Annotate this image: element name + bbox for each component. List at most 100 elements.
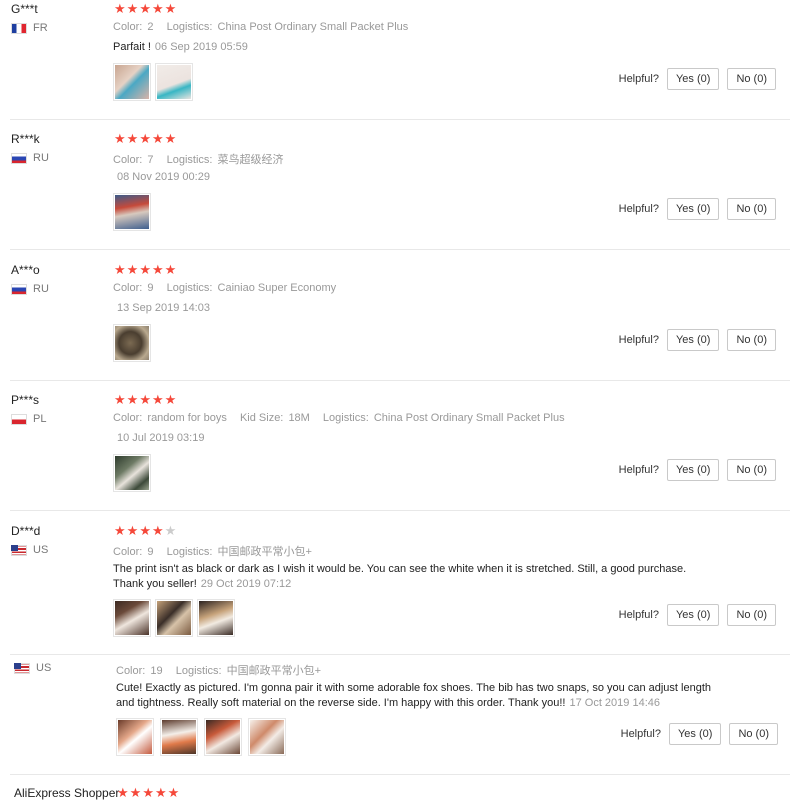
- review-body-line: Cute! Exactly as pictured. I'm gonna pai…: [116, 682, 712, 694]
- logistics-label: Logistics:: [322, 412, 369, 424]
- helpful-no-button[interactable]: No (0): [729, 723, 778, 745]
- helpful-no-button[interactable]: No (0): [727, 198, 776, 220]
- helpful-yes-button[interactable]: Yes (0): [666, 459, 720, 481]
- review-body-line: The print isn't as black or dark as I wi…: [113, 563, 687, 575]
- star-icon: ★: [151, 523, 164, 538]
- review-photo[interactable]: [248, 718, 286, 756]
- reviewer-country: US: [14, 662, 51, 674]
- helpful-yes-button[interactable]: Yes (0): [666, 329, 720, 351]
- star-icon: ★: [164, 1, 177, 16]
- color-value: 9: [147, 282, 154, 294]
- star-icon: ★: [154, 785, 167, 800]
- review-photo[interactable]: [160, 718, 198, 756]
- review-photo[interactable]: [155, 599, 193, 637]
- color-value: 2: [147, 21, 154, 33]
- star-icon: ★: [126, 523, 139, 538]
- country-code: RU: [33, 152, 49, 164]
- review-item: D***d US ★ ★ ★ ★ ★ Color: 9 Logistics: 中国邮政平…: [0, 522, 800, 657]
- star-icon: ★: [167, 785, 180, 800]
- star-icon: ★: [139, 392, 151, 407]
- color-value: 19: [150, 665, 163, 677]
- helpful-controls: Helpful? Yes (0) No (0): [619, 459, 776, 481]
- color-label: Color:: [116, 665, 146, 677]
- review-item: US Color: 19 Logistics: 中国邮政平常小包+ Cute! …: [0, 660, 800, 775]
- reviewer-name: D***d: [11, 524, 41, 538]
- helpful-label: Helpful?: [620, 728, 661, 740]
- review-date: 29 Oct 2019 07:12: [200, 578, 292, 590]
- helpful-no-button[interactable]: No (0): [727, 329, 776, 351]
- review-item: P***s PL ★ ★ ★ ★ ★ Color: random for boys Ki…: [0, 391, 800, 511]
- review-photo[interactable]: [113, 454, 151, 492]
- logistics-value: Cainiao Super Economy: [217, 282, 337, 294]
- logistics-label: Logistics:: [166, 21, 213, 33]
- helpful-yes-button[interactable]: Yes (0): [666, 604, 720, 626]
- logistics-label: Logistics:: [166, 546, 213, 558]
- kid-size-value: 18M: [288, 412, 310, 424]
- reviewer-country: PL: [11, 413, 46, 425]
- reviewer-country: RU: [11, 283, 49, 295]
- helpful-no-button[interactable]: No (0): [727, 68, 776, 90]
- review-divider: [10, 119, 790, 120]
- order-attributes: Color: 9 Logistics: 中国邮政平常小包+: [113, 543, 322, 559]
- russia-flag-icon: [11, 283, 27, 295]
- helpful-controls: Helpful? Yes (0) No (0): [621, 723, 778, 745]
- star-icon: ★: [142, 785, 154, 800]
- star-empty-icon: ★: [164, 523, 177, 538]
- review-photo[interactable]: [204, 718, 242, 756]
- star-icon: ★: [151, 131, 164, 146]
- order-attributes: Color: 19 Logistics: 中国邮政平常小包+: [116, 662, 331, 678]
- star-icon: ★: [151, 392, 164, 407]
- helpful-no-button[interactable]: No (0): [727, 604, 776, 626]
- reviewer-name: G***t: [11, 2, 38, 16]
- star-icon: ★: [114, 392, 126, 407]
- helpful-label: Helpful?: [618, 464, 659, 476]
- review-divider: [10, 380, 790, 381]
- helpful-controls: Helpful? Yes (0) No (0): [619, 604, 776, 626]
- reviewer-name: AliExpress Shopper: [14, 786, 120, 800]
- helpful-label: Helpful?: [618, 609, 659, 621]
- review-date: 17 Oct 2019 14:46: [569, 697, 660, 709]
- review-text: Cute! Exactly as pictured. I'm gonna pai…: [116, 681, 756, 711]
- review-text: The print isn't as black or dark as I wi…: [113, 562, 753, 592]
- russia-flag-icon: [11, 152, 27, 164]
- helpful-yes-button[interactable]: Yes (0): [666, 198, 720, 220]
- review-photo[interactable]: [113, 324, 151, 362]
- star-icon: ★: [151, 262, 164, 277]
- review-photo[interactable]: [113, 193, 151, 231]
- logistics-value: China Post Ordinary Small Packet Plus: [217, 21, 409, 33]
- kid-size-label: Kid Size:: [239, 412, 284, 424]
- review-photos: [116, 718, 286, 756]
- review-item: A***o RU ★ ★ ★ ★ ★ Color: 9 Logistics: Caini…: [0, 261, 800, 381]
- review-divider: [10, 249, 790, 250]
- logistics-value: 中国邮政平常小包+: [226, 665, 322, 677]
- star-icon: ★: [114, 262, 126, 277]
- poland-flag-icon: [11, 413, 27, 425]
- country-code: RU: [33, 283, 49, 295]
- color-label: Color:: [113, 412, 143, 424]
- review-date: 06 Sep 2019 05:59: [154, 41, 248, 53]
- review-item: AliExpress Shopper ★ ★ ★ ★ ★: [0, 786, 800, 800]
- review-body-line: and tightness. Really soft material on t…: [116, 697, 566, 709]
- usa-flag-icon: [14, 662, 30, 674]
- reviewer-name: A***o: [11, 263, 40, 277]
- country-code: US: [36, 662, 52, 674]
- review-photo[interactable]: [155, 63, 193, 101]
- review-divider: [10, 774, 790, 775]
- review-photo[interactable]: [116, 718, 154, 756]
- review-date: 13 Sep 2019 14:03: [117, 302, 210, 314]
- review-date: 10 Jul 2019 03:19: [117, 432, 205, 444]
- country-code: US: [33, 544, 49, 556]
- helpful-yes-button[interactable]: Yes (0): [668, 723, 722, 745]
- country-code: PL: [33, 413, 47, 425]
- star-icon: ★: [114, 1, 126, 16]
- star-icon: ★: [126, 131, 139, 146]
- review-photo[interactable]: [113, 63, 151, 101]
- star-icon: ★: [126, 392, 139, 407]
- review-photo[interactable]: [197, 599, 235, 637]
- rating-stars: ★ ★ ★ ★ ★: [117, 786, 179, 799]
- helpful-yes-button[interactable]: Yes (0): [666, 68, 720, 90]
- color-value: 9: [147, 546, 154, 558]
- review-photo[interactable]: [113, 599, 151, 637]
- helpful-no-button[interactable]: No (0): [727, 459, 776, 481]
- review-item: R***k RU ★ ★ ★ ★ ★ Color: 7 Logistics: 菜鸟超级经…: [0, 130, 800, 250]
